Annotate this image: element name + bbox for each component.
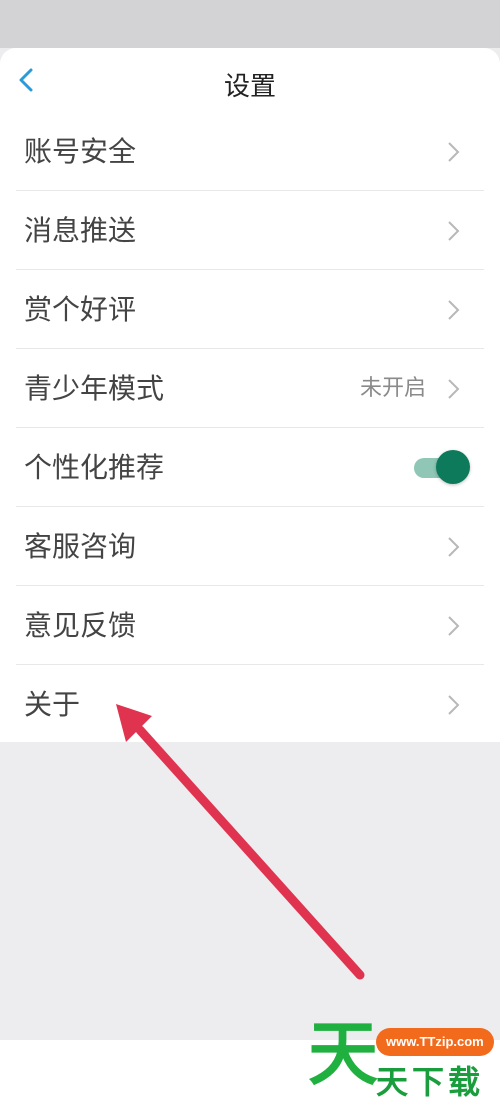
- settings-item-label: 账号安全: [24, 135, 137, 168]
- chevron-right-icon: [448, 537, 460, 557]
- settings-item-push-notifications[interactable]: 消息推送: [16, 191, 484, 270]
- settings-item-youth-mode[interactable]: 青少年模式 未开启: [16, 349, 484, 428]
- site-watermark: 天 www.TTzip.com 天下载: [300, 1010, 500, 1110]
- chevron-right-icon: [448, 616, 460, 636]
- settings-list: 账号安全 消息推送 赏个好评 青少年模式 未开启 个性化推荐 客服咨询 意见反馈…: [0, 112, 500, 742]
- back-button[interactable]: [8, 62, 44, 98]
- watermark-url: www.TTzip.com: [376, 1028, 494, 1056]
- chevron-left-icon: [19, 68, 33, 92]
- settings-item-label: 客服咨询: [24, 530, 137, 563]
- chevron-right-icon: [448, 142, 460, 162]
- settings-item-label: 个性化推荐: [24, 451, 165, 484]
- chevron-right-icon: [448, 221, 460, 241]
- navigation-bar: 设置: [0, 48, 500, 112]
- personalized-recommendation-toggle[interactable]: [414, 450, 470, 484]
- settings-item-rate-app[interactable]: 赏个好评: [16, 270, 484, 349]
- chevron-right-icon: [448, 379, 460, 399]
- settings-item-feedback[interactable]: 意见反馈: [16, 586, 484, 665]
- watermark-logo-char: 天: [308, 1013, 378, 1095]
- page-title: 设置: [223, 72, 276, 102]
- chevron-right-icon: [448, 300, 460, 320]
- youth-mode-status: 未开启: [359, 376, 426, 401]
- status-bar: [0, 0, 500, 48]
- settings-item-personalized-recommendation: 个性化推荐: [16, 428, 484, 507]
- settings-item-label: 消息推送: [24, 214, 137, 247]
- settings-item-account-security[interactable]: 账号安全: [16, 112, 484, 191]
- settings-item-label: 关于: [24, 688, 81, 721]
- settings-item-customer-service[interactable]: 客服咨询: [16, 507, 484, 586]
- settings-item-label: 意见反馈: [24, 609, 137, 642]
- settings-item-about[interactable]: 关于: [16, 665, 484, 743]
- chevron-right-icon: [448, 695, 460, 715]
- settings-item-label: 青少年模式: [24, 372, 165, 405]
- toggle-thumb: [436, 450, 470, 484]
- watermark-text: 天下载: [376, 1063, 485, 1101]
- settings-item-label: 赏个好评: [24, 293, 137, 326]
